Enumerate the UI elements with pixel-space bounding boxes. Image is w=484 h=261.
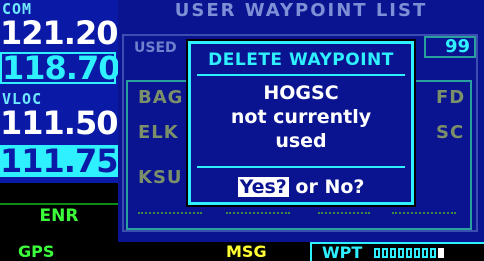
dialog-title: DELETE WAYPOINT bbox=[208, 50, 394, 70]
page-box bbox=[414, 248, 420, 258]
com-standby-box[interactable]: 118.700 bbox=[0, 52, 142, 84]
dialog-message-line-1: not currently bbox=[230, 106, 372, 128]
empty-row-placeholder bbox=[226, 212, 290, 220]
page-position-indicator bbox=[374, 248, 444, 259]
yes-button[interactable]: Yes? bbox=[237, 177, 289, 197]
page-box bbox=[374, 248, 380, 258]
page-group-indicator: WPT bbox=[310, 242, 484, 261]
list-item[interactable]: KSU bbox=[138, 168, 183, 188]
page-box bbox=[422, 248, 428, 258]
dialog-message-line-2: used bbox=[275, 130, 327, 152]
dialog-divider bbox=[197, 74, 405, 76]
list-item[interactable]: BAG bbox=[138, 88, 183, 108]
vloc-standby-box[interactable]: 111.75 bbox=[0, 145, 118, 177]
no-option[interactable]: or No? bbox=[295, 176, 364, 198]
page-box bbox=[390, 248, 396, 258]
used-label: USED bbox=[134, 40, 177, 56]
dialog-divider bbox=[197, 166, 405, 168]
page-box-active bbox=[438, 248, 444, 258]
page-box bbox=[382, 248, 388, 258]
radio-panel: COM 121.200 118.700 VLOC 111.50 111.75 E… bbox=[0, 0, 142, 242]
page-box bbox=[430, 248, 436, 258]
page-box bbox=[406, 248, 412, 258]
confirm-choice: Yes? or No? bbox=[191, 176, 411, 198]
list-item[interactable]: FD bbox=[436, 88, 465, 108]
cdi-indicator bbox=[0, 183, 118, 205]
waypoint-name: HOGSC bbox=[263, 82, 339, 104]
list-item[interactable]: SC bbox=[436, 123, 464, 143]
list-item[interactable]: ELK bbox=[138, 123, 179, 143]
empty-row-placeholder bbox=[138, 212, 202, 220]
empty-row-placeholder bbox=[392, 212, 456, 220]
page-box bbox=[398, 248, 404, 258]
cdi-mode-box: ENR bbox=[0, 183, 118, 242]
delete-waypoint-dialog: DELETE WAYPOINT HOGSC not currently used… bbox=[188, 41, 414, 205]
vloc-active-frequency[interactable]: 111.50 bbox=[0, 107, 118, 139]
vloc-standby-frequency[interactable]: 111.75 bbox=[0, 145, 118, 177]
message-annunciator[interactable]: MSG bbox=[226, 242, 306, 261]
gns-screen: COM 121.200 118.700 VLOC 111.50 111.75 E… bbox=[0, 0, 484, 261]
page-title: USER WAYPOINT LIST bbox=[174, 0, 428, 21]
nav-source-indicator[interactable]: GPS bbox=[0, 242, 118, 261]
cdi-mode-label: ENR bbox=[39, 206, 79, 226]
status-bar: GPS MSG WPT bbox=[0, 242, 484, 261]
waypoint-count: 99 bbox=[424, 36, 476, 58]
empty-row-placeholder bbox=[318, 212, 370, 220]
page-group-label: WPT bbox=[322, 243, 363, 261]
